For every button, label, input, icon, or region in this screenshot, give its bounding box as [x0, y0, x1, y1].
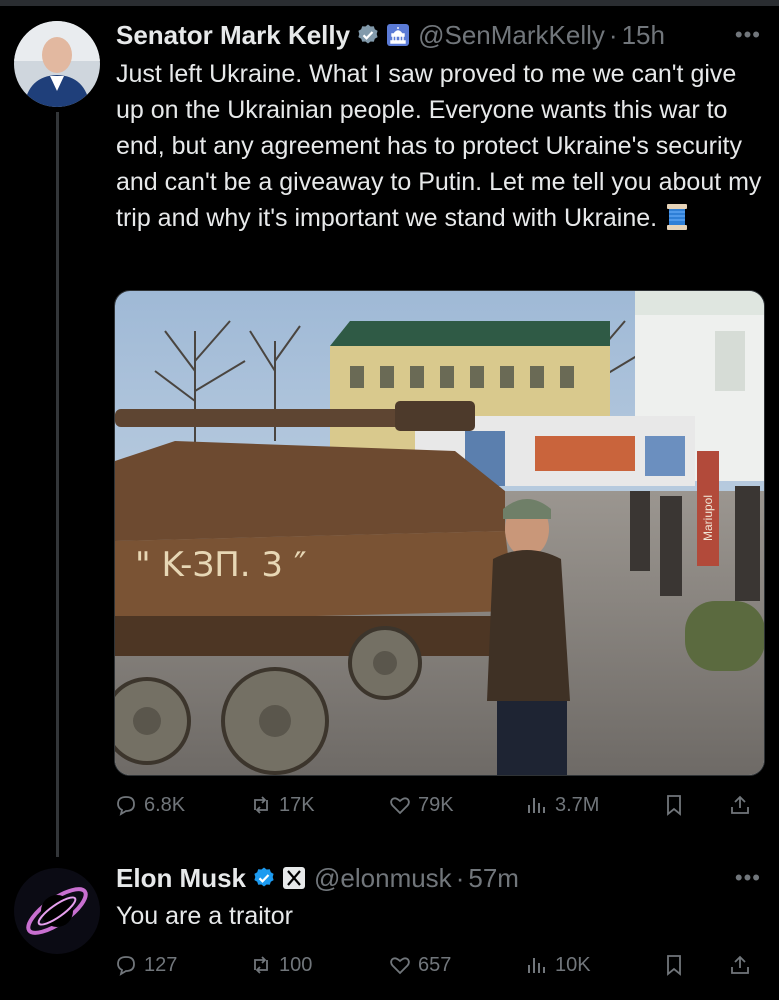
- bookmark-button[interactable]: [662, 793, 686, 817]
- more-options-icon[interactable]: •••: [735, 865, 761, 891]
- share-button[interactable]: [728, 793, 752, 817]
- heart-icon: [390, 957, 410, 975]
- views-button[interactable]: 10K: [525, 953, 591, 977]
- timestamp[interactable]: 15h: [622, 20, 665, 51]
- separator-dot: ·: [455, 862, 465, 893]
- views-count: 10K: [555, 953, 591, 976]
- author-name[interactable]: Elon Musk: [116, 863, 246, 894]
- author-handle[interactable]: @SenMarkKelly: [418, 20, 605, 51]
- separator-dot: ·: [608, 19, 618, 50]
- reply-button[interactable]: 6.8K: [114, 793, 185, 817]
- reply-icon: [117, 796, 135, 816]
- tweet-photo[interactable]: Mariupol " K-ЗΠ. 3 ″: [114, 290, 765, 776]
- timestamp[interactable]: 57m: [468, 863, 519, 894]
- repost-icon: [254, 796, 268, 814]
- like-count: 79K: [418, 793, 454, 816]
- views-button[interactable]: 3.7M: [525, 793, 599, 817]
- bookmark-icon: [667, 955, 681, 976]
- repost-button[interactable]: 100: [249, 953, 312, 977]
- author-name[interactable]: Senator Mark Kelly: [116, 20, 350, 51]
- photo-tank-kyiv: Mariupol " K-ЗΠ. 3 ″: [115, 291, 764, 775]
- reply-button[interactable]: 127: [114, 953, 177, 977]
- tweet-body: You are a traitor: [116, 902, 293, 930]
- tweet-text: You are a traitor: [116, 898, 771, 934]
- avatar[interactable]: [14, 868, 100, 954]
- reply-icon: [117, 956, 135, 976]
- share-icon: [731, 795, 749, 814]
- x-logo-icon: [283, 867, 306, 889]
- tweet-actions: 127 100 657 10K: [114, 948, 764, 982]
- views-chart-icon: [528, 798, 545, 813]
- mariupol-sign: Mariupol: [701, 495, 715, 541]
- repost-icon: [254, 956, 268, 974]
- views-chart-icon: [528, 958, 545, 973]
- government-capitol-icon: [387, 24, 410, 46]
- reply-count: 6.8K: [144, 793, 186, 816]
- verified-badge-icon: [254, 867, 274, 887]
- share-icon: [731, 955, 749, 974]
- tweet-actions: 6.8K 17K 79K 3.7M: [114, 788, 764, 822]
- reply-count: 127: [144, 953, 178, 976]
- verified-badge-icon: [358, 24, 378, 44]
- like-count: 657: [418, 953, 452, 976]
- tweet-elon[interactable]: Elon Musk @elonmusk · 57m ••• You are a …: [0, 855, 779, 1000]
- more-options-icon[interactable]: •••: [735, 22, 761, 48]
- bookmark-icon: [667, 795, 681, 816]
- thread-line: [56, 112, 59, 857]
- views-count: 3.7M: [555, 793, 600, 816]
- share-button[interactable]: [728, 953, 752, 977]
- like-button[interactable]: 657: [388, 953, 451, 977]
- tweet-header: Senator Mark Kelly @SenMarkKelly · 15h: [116, 15, 665, 55]
- bookmark-button[interactable]: [662, 953, 686, 977]
- author-handle[interactable]: @elonmusk: [314, 863, 452, 894]
- avatar[interactable]: [14, 21, 100, 107]
- tweet-header: Elon Musk @elonmusk · 57m: [116, 858, 519, 898]
- tank-graffiti: " K-ЗΠ. 3 ″: [135, 545, 307, 585]
- tweet-text: Just left Ukraine. What I saw proved to …: [116, 56, 771, 236]
- heart-icon: [390, 797, 410, 815]
- repost-count: 100: [279, 953, 313, 976]
- repost-button[interactable]: 17K: [249, 793, 315, 817]
- thread-spool-icon: [667, 204, 688, 230]
- repost-count: 17K: [279, 793, 315, 816]
- like-button[interactable]: 79K: [388, 793, 454, 817]
- tweet-senator[interactable]: Senator Mark Kelly @SenMarkKelly · 15h •…: [0, 0, 779, 857]
